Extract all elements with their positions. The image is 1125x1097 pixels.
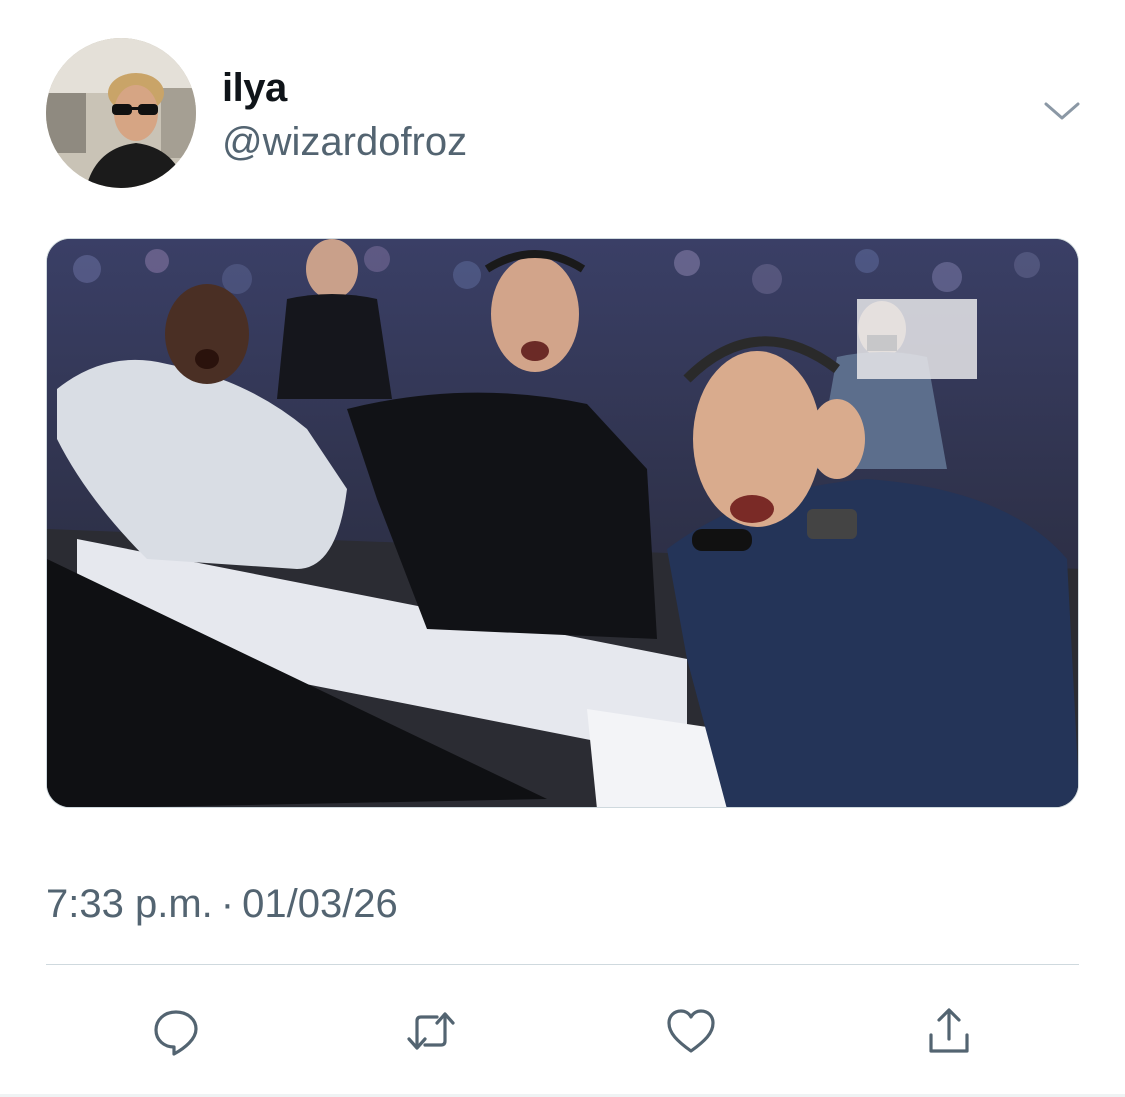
tweet-media-photo[interactable] (46, 238, 1079, 808)
author-display-name[interactable]: ilya (222, 64, 287, 112)
chevron-down-icon[interactable] (1040, 96, 1084, 126)
timestamp-separator: · (220, 882, 235, 926)
author-handle[interactable]: @wizardofroz (222, 118, 467, 166)
like-icon (667, 1009, 715, 1053)
tweet-date: 01/03/26 (242, 882, 398, 926)
reply-icon (154, 1010, 198, 1056)
like-button[interactable] (656, 996, 726, 1066)
photo-commentators-reacting (47, 239, 1078, 807)
reply-button[interactable] (141, 996, 211, 1066)
share-button[interactable] (914, 996, 984, 1066)
avatar-photo (46, 38, 196, 188)
retweet-button[interactable] (396, 996, 466, 1066)
author-avatar[interactable] (46, 38, 196, 188)
tweet-timestamp[interactable]: 7:33 p.m. · 01/03/26 (46, 878, 398, 930)
tweet-action-bar (46, 996, 1079, 1066)
share-icon (929, 1008, 969, 1053)
action-bar-divider (46, 964, 1079, 965)
retweet-icon (407, 1012, 455, 1050)
tweet-time: 7:33 p.m. (46, 882, 213, 926)
